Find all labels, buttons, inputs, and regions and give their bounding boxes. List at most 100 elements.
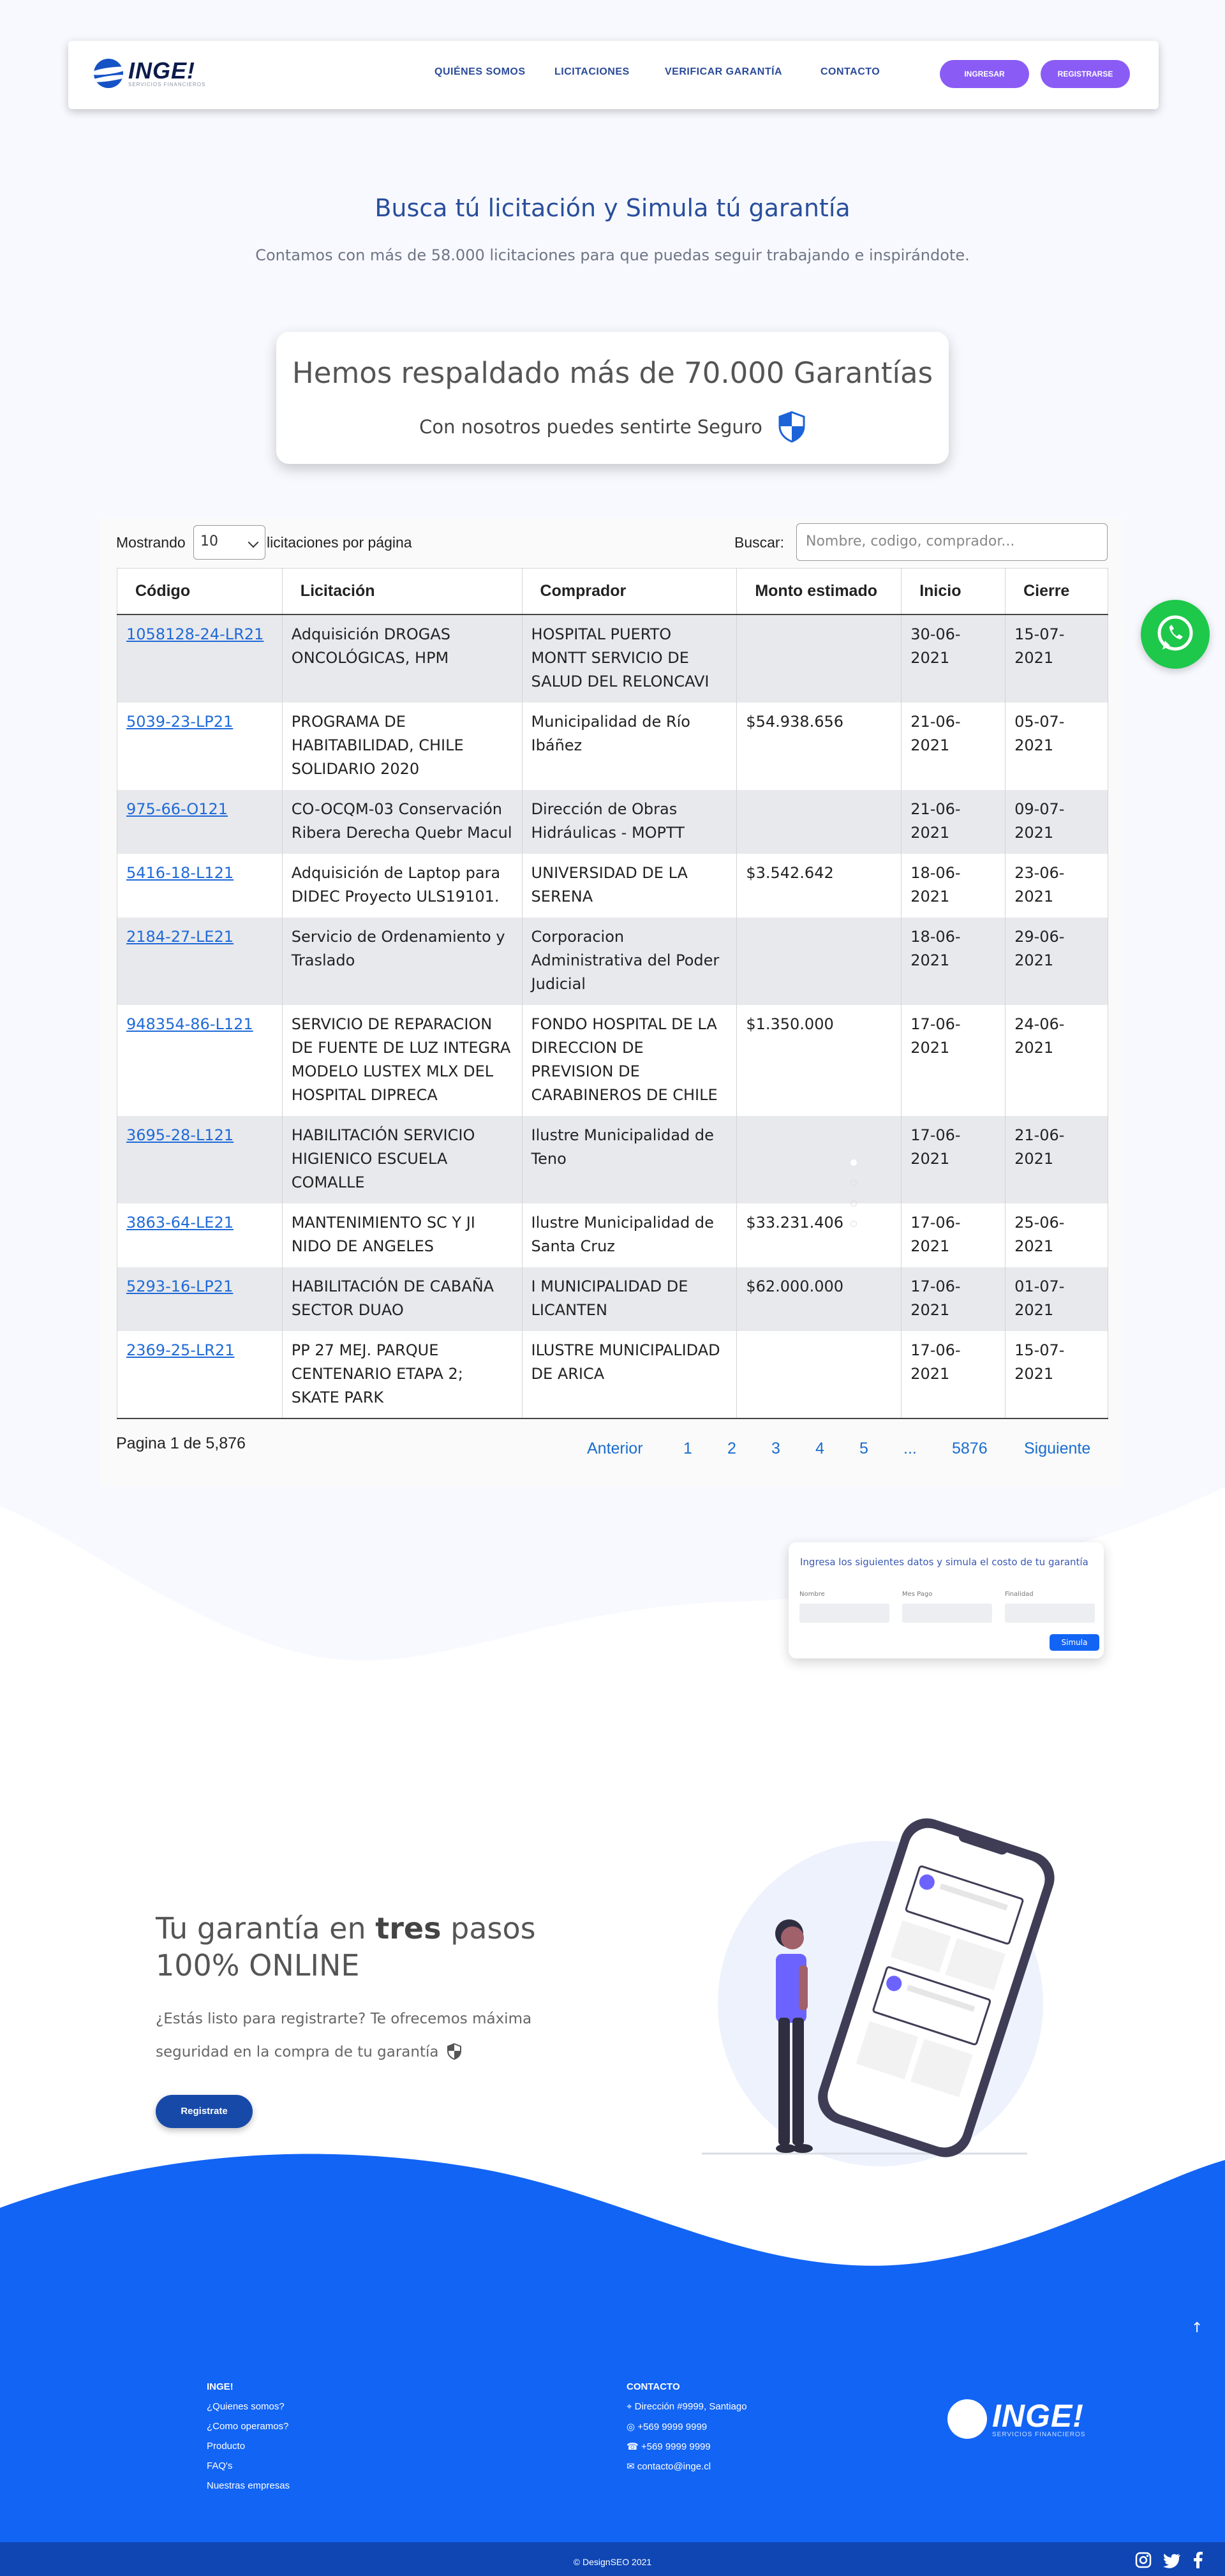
carousel-dot[interactable] bbox=[850, 1221, 857, 1227]
carousel-dot[interactable] bbox=[850, 1200, 857, 1207]
pager-previous[interactable]: Anterior bbox=[587, 1440, 643, 1458]
footer-link-producto[interactable]: Producto bbox=[207, 2441, 245, 2452]
tender-code-link[interactable]: 5039-23-LP21 bbox=[126, 713, 233, 731]
simulate-button[interactable]: Simula bbox=[1050, 1634, 1099, 1651]
search-placeholder: Nombre, codigo, comprador... bbox=[806, 533, 1015, 549]
col-header-monto[interactable]: Monto estimado bbox=[736, 568, 902, 615]
tender-code-link[interactable]: 1058128-24-LR21 bbox=[126, 625, 264, 643]
col-header-inicio[interactable]: Inicio bbox=[901, 568, 1006, 615]
tender-title: Servicio de Ordenamiento y Traslado bbox=[282, 917, 523, 1005]
tender-amount bbox=[736, 614, 902, 703]
nav-link-contacto[interactable]: CONTACTO bbox=[820, 66, 880, 78]
simulator-input-mes-pago[interactable] bbox=[902, 1604, 992, 1623]
tender-code-link[interactable]: 2184-27-LE21 bbox=[126, 928, 234, 946]
tender-code-link[interactable]: 948354-86-L121 bbox=[126, 1015, 253, 1033]
footer-link-empresas[interactable]: Nuestras empresas bbox=[207, 2480, 290, 2491]
register-button[interactable]: REGISTRARSE bbox=[1041, 60, 1130, 88]
tender-title: Adquisición de Laptop para DIDEC Proyect… bbox=[282, 853, 523, 918]
tender-start: 21-06-2021 bbox=[901, 702, 1006, 790]
col-header-codigo[interactable]: Código bbox=[117, 568, 283, 615]
simulator-input-finalidad[interactable] bbox=[1005, 1604, 1095, 1623]
nav-link-quienes-somos[interactable]: QUIÉNES SOMOS bbox=[434, 66, 526, 78]
phone-illustration bbox=[702, 1818, 1055, 2166]
tender-start: 17-06-2021 bbox=[901, 1267, 1006, 1331]
tender-code-link[interactable]: 2369-25-LR21 bbox=[126, 1341, 235, 1359]
table-row: 5039-23-LP21 PROGRAMA DE HABITABILIDAD, … bbox=[117, 702, 1108, 790]
footer-brand-logo[interactable]: INGE! SERVICIOS FINANCIEROS bbox=[947, 2399, 1085, 2439]
simulator-input-nombre[interactable] bbox=[799, 1604, 889, 1623]
footer-address-text: Dirección #9999, Santiago bbox=[634, 2401, 747, 2412]
brand-tagline: SERVICIOS FINANCIEROS bbox=[128, 81, 206, 87]
footer-phone[interactable]: ☎ +569 9999 9999 bbox=[627, 2441, 711, 2452]
tender-buyer: Corporacion Administrativa del Poder Jud… bbox=[522, 917, 738, 1005]
footer-whatsapp-text: +569 9999 9999 bbox=[637, 2422, 708, 2432]
tender-code-link[interactable]: 5293-16-LP21 bbox=[126, 1277, 233, 1295]
scroll-top-icon[interactable]: ↑ bbox=[1191, 2320, 1203, 2336]
footer-whatsapp[interactable]: ◎ +569 9999 9999 bbox=[627, 2421, 707, 2432]
footer-link-faqs[interactable]: FAQ's bbox=[207, 2461, 232, 2471]
table-row: 3863-64-LE21 MANTENIMIENTO SC Y JI NIDO … bbox=[117, 1203, 1108, 1267]
tender-title: HABILITACIÓN DE CABAÑA SECTOR DUAO bbox=[282, 1267, 523, 1331]
tender-amount: $1.350.000 bbox=[736, 1004, 902, 1116]
tender-code-link[interactable]: 3863-64-LE21 bbox=[126, 1214, 234, 1232]
pager-next[interactable]: Siguiente bbox=[1024, 1440, 1090, 1458]
facebook-icon[interactable] bbox=[1192, 2551, 1203, 2569]
tender-code-link[interactable]: 5416-18-L121 bbox=[126, 864, 234, 882]
page-size-suffix: licitaciones por página bbox=[267, 534, 412, 551]
footer-logo-wave-icon bbox=[947, 2399, 987, 2439]
steps-title-a: Tu garantía en bbox=[156, 1911, 376, 1946]
register-cta-button[interactable]: Registrate bbox=[156, 2095, 253, 2128]
col-header-licitacion[interactable]: Licitación bbox=[282, 568, 523, 615]
carousel-dot[interactable] bbox=[850, 1159, 857, 1166]
pager-page-4[interactable]: 4 bbox=[815, 1440, 824, 1458]
carousel-dot[interactable] bbox=[850, 1180, 857, 1186]
twitter-icon[interactable] bbox=[1162, 2551, 1182, 2569]
carousel-dots bbox=[850, 1159, 857, 1227]
pager-page-5[interactable]: 5 bbox=[859, 1440, 868, 1458]
pager-page-1[interactable]: 1 bbox=[683, 1440, 692, 1458]
tender-amount: $54.938.656 bbox=[736, 702, 902, 790]
pager-page-3[interactable]: 3 bbox=[771, 1440, 780, 1458]
footer-link-como[interactable]: ¿Como operamos? bbox=[207, 2421, 288, 2432]
footer-email-text: contacto@inge.cl bbox=[637, 2461, 711, 2472]
table-row: 975-66-O121 CO-OCQM-03 Conservación Ribe… bbox=[117, 789, 1108, 854]
map-pin-icon: ⌖ bbox=[627, 2401, 632, 2412]
page-size-select[interactable]: 10 bbox=[193, 525, 265, 560]
tender-close: 01-07-2021 bbox=[1005, 1267, 1108, 1331]
tender-code-link[interactable]: 975-66-O121 bbox=[126, 800, 228, 818]
brand-logo[interactable]: INGE! SERVICIOS FINANCIEROS bbox=[94, 59, 205, 88]
nav-link-licitaciones[interactable]: LICITACIONES bbox=[554, 66, 630, 78]
tender-buyer: ILUSTRE MUNICIPALIDAD DE ARICA bbox=[522, 1330, 738, 1419]
tender-code-link[interactable]: 3695-28-L121 bbox=[126, 1126, 234, 1144]
whatsapp-small-icon: ◎ bbox=[627, 2422, 635, 2432]
tender-buyer: Ilustre Municipalidad de Santa Cruz bbox=[522, 1203, 738, 1267]
table-row: 5416-18-L121 Adquisición de Laptop para … bbox=[117, 853, 1108, 918]
pager-page-2[interactable]: 2 bbox=[727, 1440, 736, 1458]
tender-close: 15-07-2021 bbox=[1005, 1330, 1108, 1419]
social-links bbox=[1134, 2551, 1203, 2569]
tender-title: CO-OCQM-03 Conservación Ribera Derecha Q… bbox=[282, 789, 523, 854]
footer-email[interactable]: ✉ contacto@inge.cl bbox=[627, 2461, 711, 2472]
footer-address: ⌖ Dirección #9999, Santiago bbox=[627, 2401, 747, 2412]
instagram-icon[interactable] bbox=[1134, 2551, 1152, 2569]
tender-close: 24-06-2021 bbox=[1005, 1004, 1108, 1116]
login-button[interactable]: INGRESAR bbox=[940, 60, 1029, 88]
pager-last-page[interactable]: 5876 bbox=[952, 1440, 988, 1458]
col-header-comprador[interactable]: Comprador bbox=[522, 568, 738, 615]
footer-link-quienes[interactable]: ¿Quienes somos? bbox=[207, 2401, 285, 2412]
tender-title: Adquisición DROGAS ONCOLÓGICAS, HPM bbox=[282, 614, 523, 703]
nav-link-verificar-garantia[interactable]: VERIFICAR GARANTÍA bbox=[665, 66, 782, 78]
footer-brand-heading: INGE! bbox=[207, 2381, 234, 2392]
search-input[interactable]: Nombre, codigo, comprador... bbox=[796, 523, 1108, 561]
tender-title: PP 27 MEJ. PARQUE CENTENARIO ETAPA 2; SK… bbox=[282, 1330, 523, 1419]
tender-start: 18-06-2021 bbox=[901, 853, 1006, 918]
whatsapp-float-button[interactable] bbox=[1141, 600, 1210, 669]
tender-start: 30-06-2021 bbox=[901, 614, 1006, 703]
tender-start: 17-06-2021 bbox=[901, 1330, 1006, 1419]
brand-name: INGE! bbox=[128, 57, 196, 84]
tender-close: 21-06-2021 bbox=[1005, 1115, 1108, 1203]
col-header-cierre[interactable]: Cierre bbox=[1005, 568, 1108, 615]
mail-icon: ✉ bbox=[627, 2461, 635, 2472]
page-size-prefix: Mostrando bbox=[116, 534, 186, 551]
pager-ellipsis: ... bbox=[903, 1440, 917, 1457]
